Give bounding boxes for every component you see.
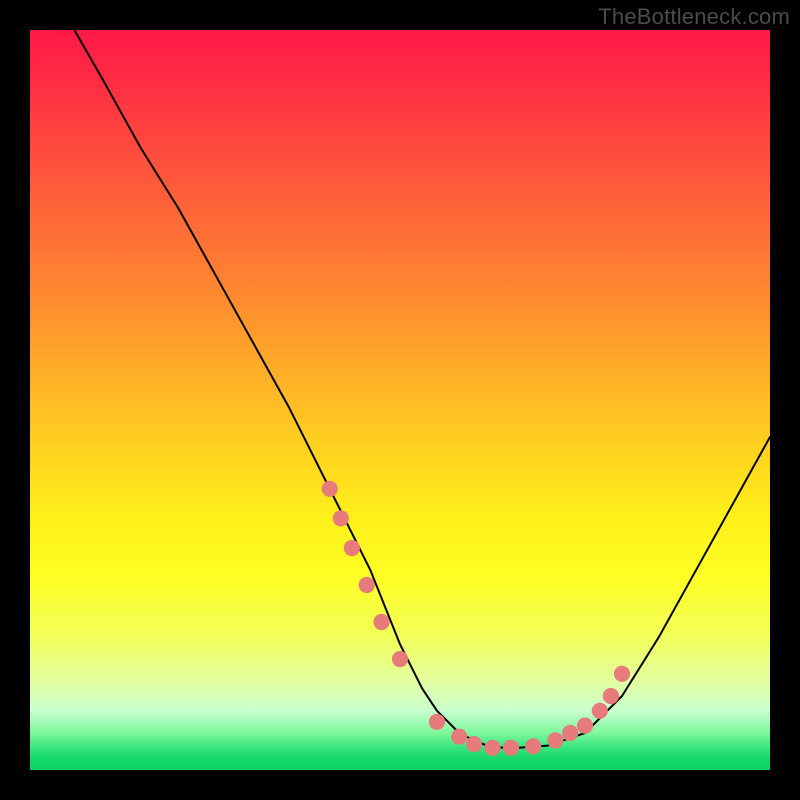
- curve-markers: [322, 481, 631, 756]
- chart-svg: [30, 30, 770, 770]
- curve-marker: [603, 688, 619, 704]
- curve-marker: [322, 481, 338, 497]
- plot-area: [30, 30, 770, 770]
- curve-marker: [344, 540, 360, 556]
- curve-marker: [503, 740, 519, 756]
- curve-marker: [577, 718, 593, 734]
- curve-marker: [484, 740, 500, 756]
- curve-marker: [614, 666, 630, 682]
- curve-marker: [592, 703, 608, 719]
- watermark-text: TheBottleneck.com: [598, 4, 790, 30]
- chart-stage: TheBottleneck.com: [0, 0, 800, 800]
- curve-marker: [562, 725, 578, 741]
- curve-marker: [373, 614, 389, 630]
- curve-marker: [525, 738, 541, 754]
- curve-marker: [466, 736, 482, 752]
- curve-marker: [333, 510, 349, 526]
- curve-marker: [359, 577, 375, 593]
- curve-marker: [392, 651, 408, 667]
- curve-marker: [547, 732, 563, 748]
- curve-marker: [451, 729, 467, 745]
- curve-marker: [429, 714, 445, 730]
- bottleneck-curve: [74, 30, 770, 748]
